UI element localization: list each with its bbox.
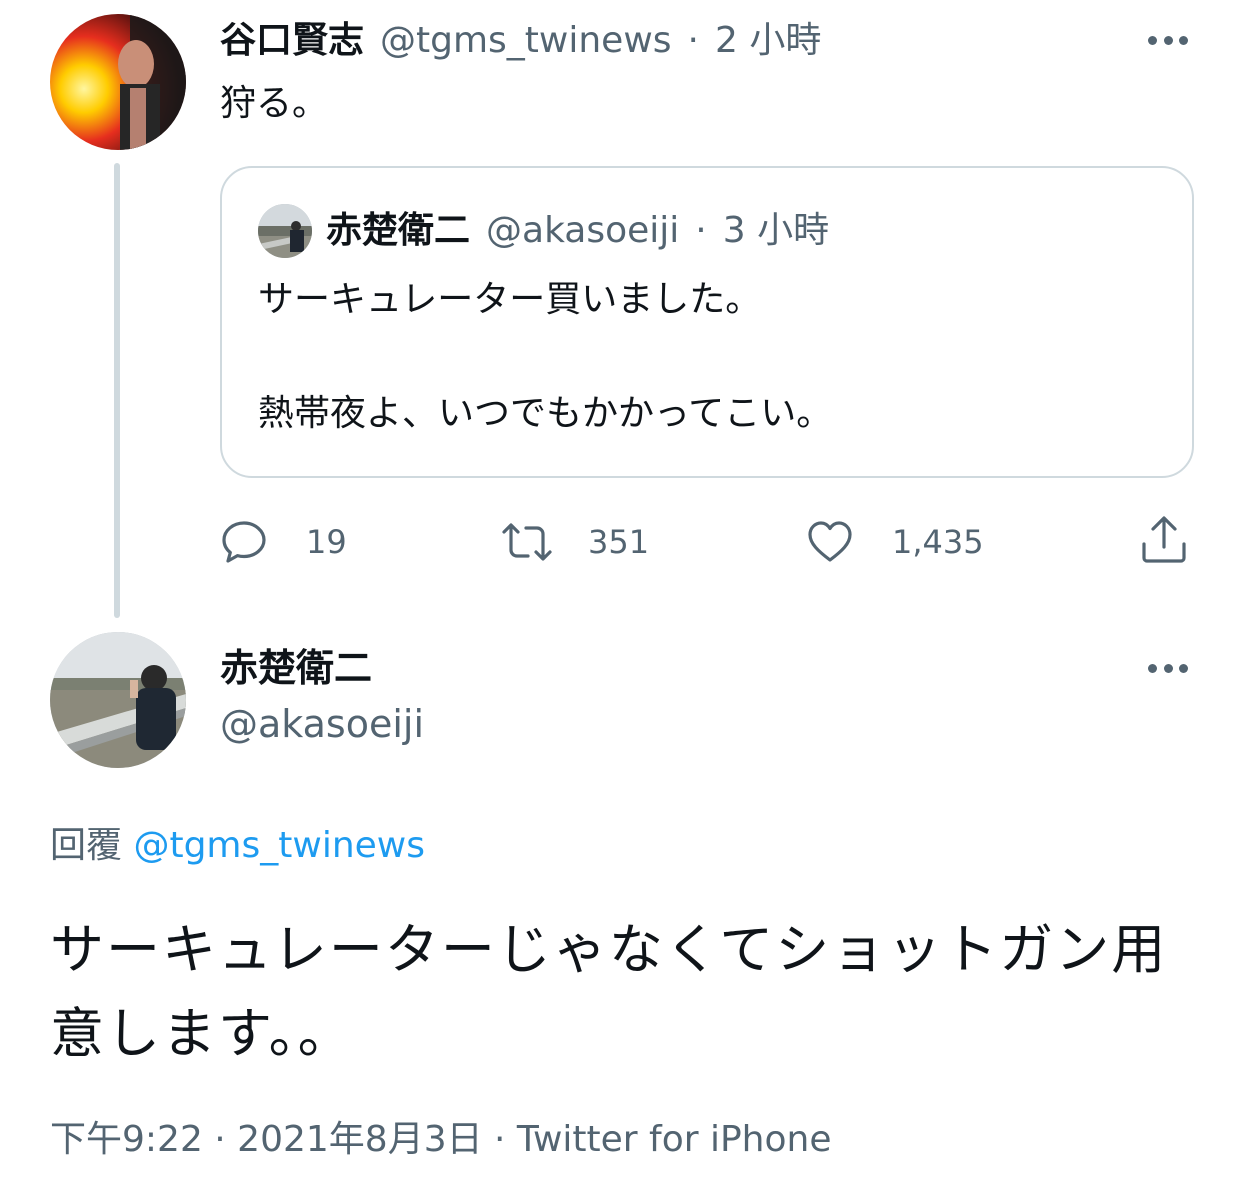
replying-to-label: 回覆 <box>50 825 123 866</box>
retweet-count: 351 <box>588 523 650 561</box>
like-count: 1,435 <box>892 523 984 561</box>
author-handle: @akasoeiji <box>486 210 680 251</box>
share-icon <box>1142 516 1186 563</box>
parent-tweet-header: 谷口賢志 @tgms_twinews · 2 小時 <box>220 18 821 64</box>
retweet-button[interactable]: 351 <box>500 512 649 572</box>
avatar-image <box>50 632 186 768</box>
tweet-timestamp[interactable]: 下午9:22 · 2021年8月3日 · Twitter for iPhone <box>50 1116 832 1164</box>
thread-connector-line <box>114 163 120 618</box>
separator-dot: · <box>695 210 707 251</box>
separator-dot: · <box>687 20 699 61</box>
avatar <box>258 204 312 258</box>
more-icon[interactable] <box>1144 658 1192 678</box>
tweet-text: 狩る。 <box>220 83 329 124</box>
tweet-thread: 谷口賢志 @tgms_twinews · 2 小時 狩る。 赤楚衛二 @akas… <box>0 0 1242 1200</box>
heart-icon <box>808 521 852 562</box>
author-handle[interactable]: @akasoeiji <box>220 700 424 748</box>
tweet-time[interactable]: 2 小時 <box>715 18 821 64</box>
quoted-tweet-header: 赤楚衛二 @akasoeiji · 3 小時 <box>326 208 829 254</box>
author-name[interactable]: 谷口賢志 <box>220 18 364 64</box>
author-name[interactable]: 赤楚衛二 <box>220 644 372 692</box>
avatar[interactable] <box>50 632 186 768</box>
reply-count: 19 <box>306 523 347 561</box>
avatar-image <box>258 204 312 258</box>
tweet-text: サーキュレーターじゃなくてショットガン用意します。。 <box>50 918 1168 1065</box>
quoted-tweet-text-line: サーキュレーター買いました。 <box>258 279 762 320</box>
retweet-icon <box>502 523 552 561</box>
replying-to: 回覆 @tgms_twinews <box>50 822 425 870</box>
author-handle[interactable]: @tgms_twinews <box>380 18 672 64</box>
reply-button[interactable]: 19 <box>220 512 347 572</box>
replying-to-handle-link[interactable]: @tgms_twinews <box>133 825 425 866</box>
share-button[interactable] <box>1138 510 1190 570</box>
tweet-time: 3 小時 <box>722 210 830 251</box>
like-button[interactable]: 1,435 <box>806 512 984 572</box>
avatar-image <box>50 14 186 150</box>
quoted-tweet-card[interactable]: 赤楚衛二 @akasoeiji · 3 小時 サーキュレーター買いました。 熱帯… <box>220 166 1194 478</box>
author-name: 赤楚衛二 <box>326 210 471 251</box>
more-icon[interactable] <box>1144 30 1192 50</box>
avatar[interactable] <box>50 14 186 150</box>
comment-icon <box>222 521 266 563</box>
quoted-tweet-text-line: 熱帯夜よ、いつでもかかってこい。 <box>258 393 833 434</box>
